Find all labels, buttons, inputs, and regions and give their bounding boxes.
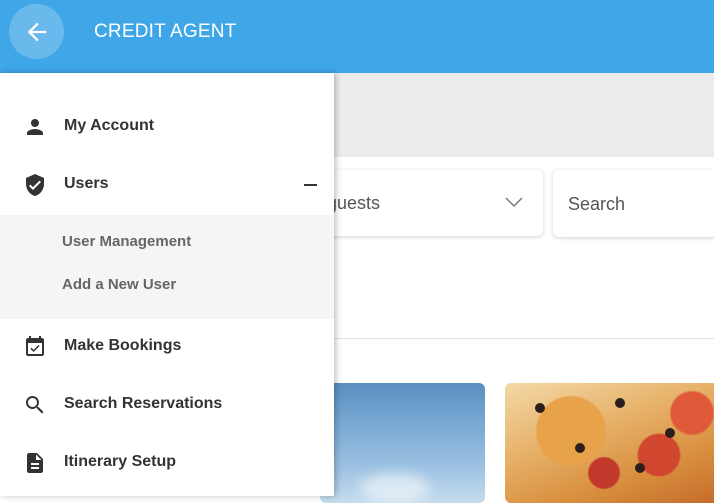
shield-check-icon xyxy=(26,174,44,196)
app-bar: CREDIT AGENT xyxy=(0,0,714,73)
nav-item-itinerary-setup[interactable]: Itinerary Setup xyxy=(0,434,334,492)
nav-item-label: My Account xyxy=(64,117,155,134)
search-icon xyxy=(26,396,44,414)
calendar-check-icon xyxy=(26,336,44,356)
navigation-drawer: My Account Users User Management Add a N… xyxy=(0,73,334,496)
person-icon xyxy=(27,119,43,135)
app-title: CREDIT AGENT xyxy=(94,21,237,42)
back-button[interactable] xyxy=(9,4,64,59)
search-placeholder: Search xyxy=(568,194,626,214)
submenu-item-label: Add a New User xyxy=(62,276,177,293)
listing-card-image[interactable] xyxy=(320,383,485,503)
nav-item-search-reservations[interactable]: Search Reservations xyxy=(0,376,334,434)
chevron-down-icon xyxy=(505,197,523,208)
submenu-item-label: User Management xyxy=(62,233,192,250)
document-icon xyxy=(27,453,43,473)
collapse-minus-icon[interactable] xyxy=(304,184,317,186)
nav-item-label: Users xyxy=(64,175,109,192)
nav-item-make-bookings[interactable]: Make Bookings xyxy=(0,318,334,376)
users-submenu: User Management Add a New User xyxy=(0,215,334,319)
nav-item-label: Itinerary Setup xyxy=(64,453,177,470)
section-divider xyxy=(334,338,714,339)
nav-item-users[interactable]: Users xyxy=(0,156,334,214)
submenu-item-add-new-user[interactable]: Add a New User xyxy=(0,266,334,306)
guests-select[interactable]: guests xyxy=(300,170,543,236)
submenu-item-user-management[interactable]: User Management xyxy=(0,223,334,263)
nav-item-label: Make Bookings xyxy=(64,337,182,354)
arrow-left-icon xyxy=(27,22,47,42)
search-input[interactable]: Search xyxy=(553,170,714,237)
nav-item-label: Search Reservations xyxy=(64,395,223,412)
food-card-image[interactable] xyxy=(505,383,714,503)
guests-select-label: guests xyxy=(327,193,381,213)
nav-item-my-account[interactable]: My Account xyxy=(0,98,334,156)
